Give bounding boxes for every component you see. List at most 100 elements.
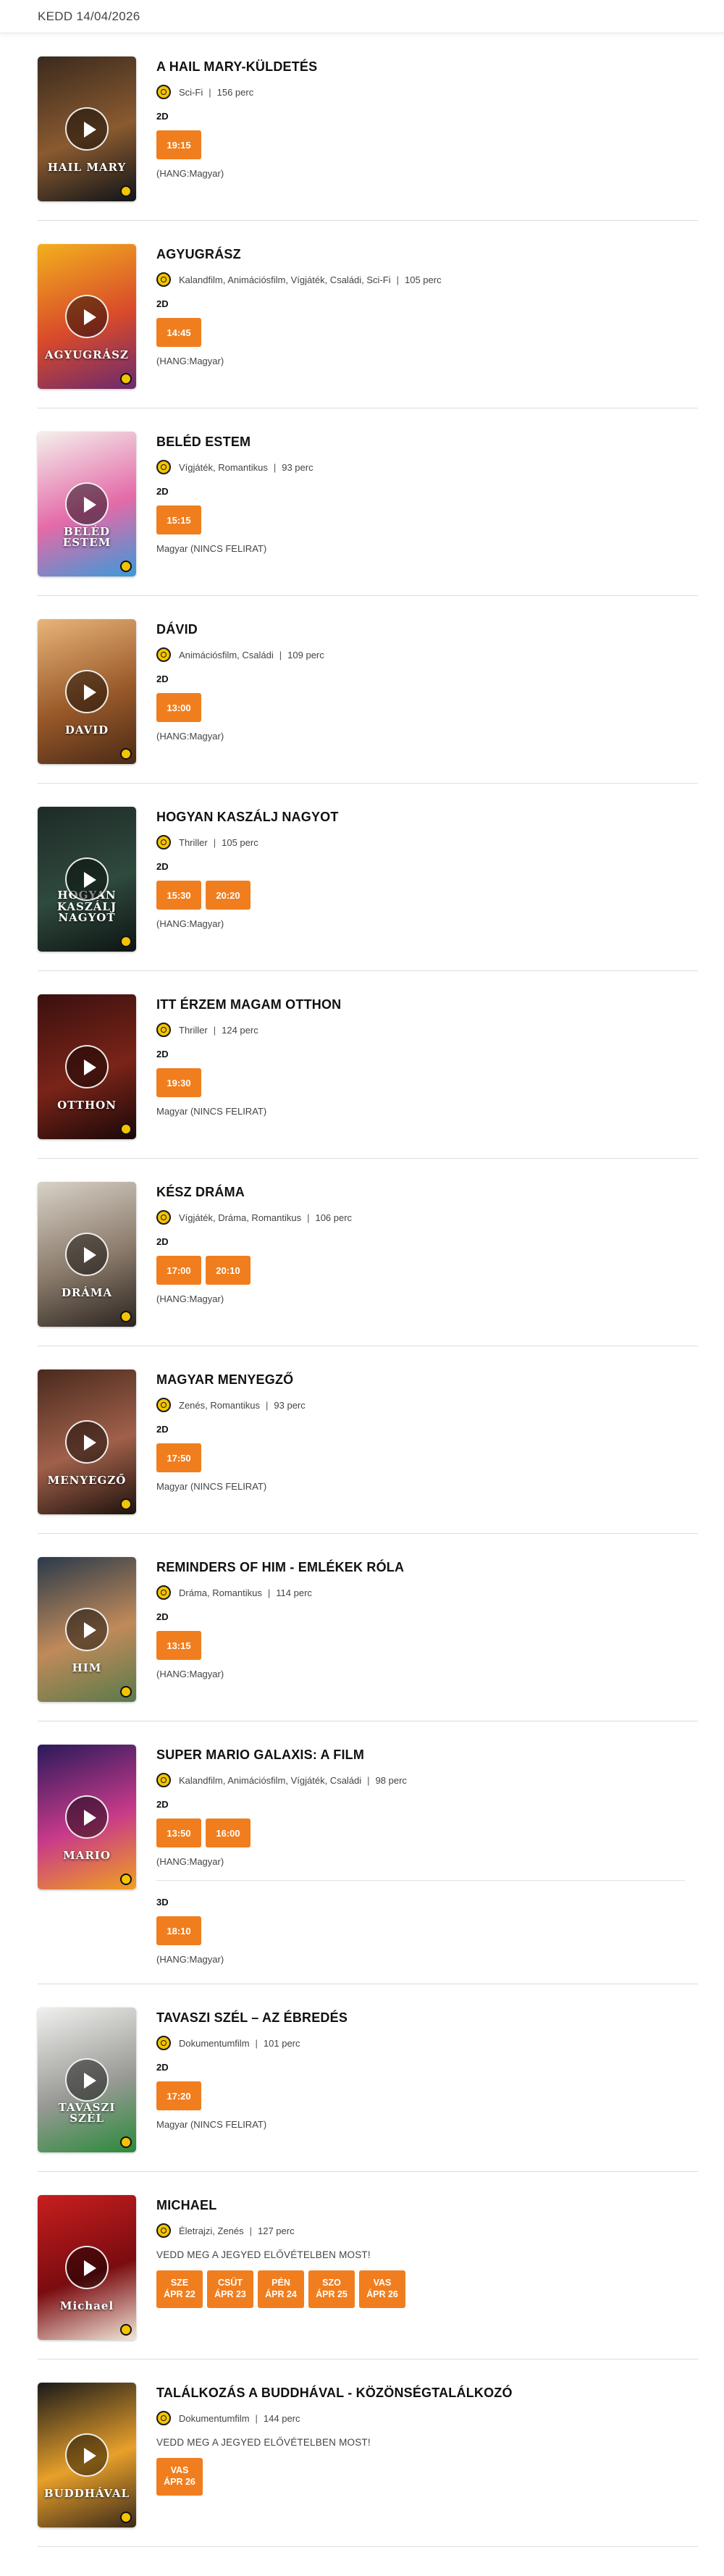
movie-poster[interactable]: OTTHON <box>38 994 136 1139</box>
movie-poster[interactable]: HAIL MARY <box>38 56 136 201</box>
movie-card: BELÉD ESTEM BELÉD ESTEM Vígjáték, Romantik… <box>38 408 698 596</box>
movie-meta: Vígjáték, Romantikus | 93 perc <box>156 460 698 474</box>
play-trailer-icon[interactable] <box>65 857 109 901</box>
showtime-button[interactable]: 15:30 <box>156 881 201 910</box>
showtime-button[interactable]: 16:00 <box>206 1818 251 1847</box>
play-trailer-icon[interactable] <box>65 1795 109 1839</box>
movie-title[interactable]: KÉSZ DRÁMA <box>156 1185 698 1200</box>
movie-duration: 93 perc <box>282 461 313 473</box>
showtime-button[interactable]: 18:10 <box>156 1916 201 1945</box>
movie-title[interactable]: MAGYAR MENYEGZŐ <box>156 1372 698 1388</box>
showtime-button[interactable]: 14:45 <box>156 318 201 347</box>
movie-poster[interactable]: HIM <box>38 1557 136 1702</box>
movie-poster[interactable]: BELÉD ESTEM <box>38 432 136 576</box>
showtime-button[interactable]: 17:20 <box>156 2081 201 2110</box>
showtime-button[interactable]: 13:00 <box>156 693 201 722</box>
language-info: (HANG:Magyar) <box>156 1856 224 1867</box>
showtime-button[interactable]: 19:15 <box>156 130 201 159</box>
poster-title-art: BELÉD ESTEM <box>62 524 111 550</box>
presale-date-button[interactable]: VAS ÁPR 26 <box>359 2270 405 2308</box>
movie-duration: 93 perc <box>274 1399 306 1411</box>
movie-info: KÉSZ DRÁMA Vígjáték, Dráma, Romantikus | 10… <box>136 1182 698 1327</box>
movie-title[interactable]: SUPER MARIO GALAXIS: A FILM <box>156 1748 698 1763</box>
movie-title[interactable]: A HAIL MARY-KÜLDETÉS <box>156 59 698 75</box>
movie-title[interactable]: TAVASZI SZÉL – AZ ÉBREDÉS <box>156 2010 698 2026</box>
movie-duration: 124 perc <box>222 1024 258 1036</box>
movie-meta: Dokumentumfilm | 144 perc <box>156 2411 698 2425</box>
presale-date-button[interactable]: SZO ÁPR 25 <box>308 2270 355 2308</box>
showtimes: 18:10 <box>156 1916 698 1945</box>
movie-duration: 127 perc <box>257 2225 295 2236</box>
movie-title[interactable]: HOGYAN KASZÁLJ NAGYOT <box>156 810 698 825</box>
presale-date: ÁPR 26 <box>366 2289 398 2299</box>
movie-list: HAIL MARY A HAIL MARY-KÜLDETÉS Sci-Fi | 156 … <box>0 33 724 2576</box>
play-trailer-icon[interactable] <box>65 107 109 151</box>
showtime-button[interactable]: 19:30 <box>156 1068 201 1097</box>
play-trailer-icon[interactable] <box>65 1420 109 1464</box>
poster-title-art: TAVASZI SZÉL <box>58 2100 116 2126</box>
showtime-button[interactable]: 13:15 <box>156 1631 201 1660</box>
presale-date-button[interactable]: SZE ÁPR 22 <box>156 2270 203 2308</box>
meta-separator: | <box>249 2225 252 2236</box>
play-trailer-icon[interactable] <box>65 1045 109 1088</box>
movie-title[interactable]: TALÁLKOZÁS A BUDDHÁVAL - KÖZÖNSÉGTALÁLKO… <box>156 2386 698 2401</box>
poster-title-art: Michael <box>59 2299 114 2313</box>
presale-day: VAS <box>373 2278 392 2288</box>
play-trailer-icon[interactable] <box>65 2058 109 2102</box>
play-trailer-icon[interactable] <box>65 670 109 713</box>
play-trailer-icon[interactable] <box>65 2246 109 2289</box>
movie-poster[interactable]: HOGYAN KASZÁLJ NAGYOT <box>38 807 136 952</box>
play-trailer-icon[interactable] <box>65 482 109 526</box>
movie-title[interactable]: AGYUGRÁSZ <box>156 247 698 262</box>
screening-format: 2D <box>156 298 169 309</box>
showtime-button[interactable]: 15:15 <box>156 505 201 534</box>
movie-poster[interactable]: MENYEGZŐ <box>38 1369 136 1514</box>
movie-poster[interactable]: DAVID <box>38 619 136 764</box>
play-trailer-icon[interactable] <box>65 1608 109 1651</box>
movie-info: TALÁLKOZÁS A BUDDHÁVAL - KÖZÖNSÉGTALÁLKO… <box>136 2383 698 2527</box>
showtimes: 15:30 20:20 <box>156 881 698 910</box>
movie-title[interactable]: REMINDERS OF HIM - EMLÉKEK RÓLA <box>156 1560 698 1575</box>
movie-duration: 109 perc <box>287 649 324 660</box>
current-date: KEDD 14/04/2026 <box>38 9 140 23</box>
age-rating-icon <box>156 2036 171 2050</box>
movie-meta: Thriller | 124 perc <box>156 1023 698 1037</box>
movie-poster[interactable]: MARIO <box>38 1745 136 1889</box>
movie-poster[interactable]: DRÁMA <box>38 1182 136 1327</box>
showtime-button[interactable]: 20:20 <box>206 881 251 910</box>
movie-poster[interactable]: BUDDHÁVAL <box>38 2383 136 2527</box>
age-rating-icon <box>156 85 171 99</box>
showtime-button[interactable]: 17:50 <box>156 1443 201 1472</box>
movie-title[interactable]: ITT ÉRZEM MAGAM OTTHON <box>156 997 698 1012</box>
meta-separator: | <box>273 461 277 473</box>
movie-card: HIM REMINDERS OF HIM - EMLÉKEK RÓLA Dráma,… <box>38 1534 698 1721</box>
play-trailer-icon[interactable] <box>65 295 109 338</box>
movie-title[interactable]: BELÉD ESTEM <box>156 435 698 450</box>
screening-format: 2D <box>156 2062 169 2073</box>
presale-date-button[interactable]: PÉN ÁPR 24 <box>258 2270 304 2308</box>
presale-date-button[interactable]: CSÜT ÁPR 23 <box>207 2270 253 2308</box>
showtimes: 19:30 <box>156 1068 698 1097</box>
age-rating-icon <box>156 1585 171 1600</box>
movie-meta: Életrajzi, Zenés | 127 perc <box>156 2223 698 2238</box>
movie-title[interactable]: MICHAEL <box>156 2198 698 2213</box>
showtime-button[interactable]: 17:00 <box>156 1256 201 1285</box>
age-rating-icon <box>156 2223 171 2238</box>
play-trailer-icon[interactable] <box>65 2433 109 2477</box>
movie-poster[interactable]: AGYUGRÁSZ <box>38 244 136 389</box>
showtimes: 17:00 20:10 <box>156 1256 698 1285</box>
play-trailer-icon[interactable] <box>65 1233 109 1276</box>
movie-poster[interactable]: TAVASZI SZÉL <box>38 2007 136 2152</box>
poster-title-art: DRÁMA <box>61 1286 113 1300</box>
showtimes: 13:00 <box>156 693 698 722</box>
presale-date-button[interactable]: VAS ÁPR 26 <box>156 2458 203 2496</box>
poster-title-art: OTTHON <box>57 1099 117 1112</box>
showtime-button[interactable]: 20:10 <box>206 1256 251 1285</box>
movie-info: DÁVID Animációsfilm, Családi | 109 perc 2D 13… <box>136 619 698 764</box>
meta-separator: | <box>267 1587 271 1598</box>
movie-meta: Sci-Fi | 156 perc <box>156 85 698 99</box>
meta-separator: | <box>367 1774 370 1786</box>
showtime-button[interactable]: 13:50 <box>156 1818 201 1847</box>
movie-title[interactable]: DÁVID <box>156 622 698 637</box>
movie-poster[interactable]: Michael <box>38 2195 136 2340</box>
